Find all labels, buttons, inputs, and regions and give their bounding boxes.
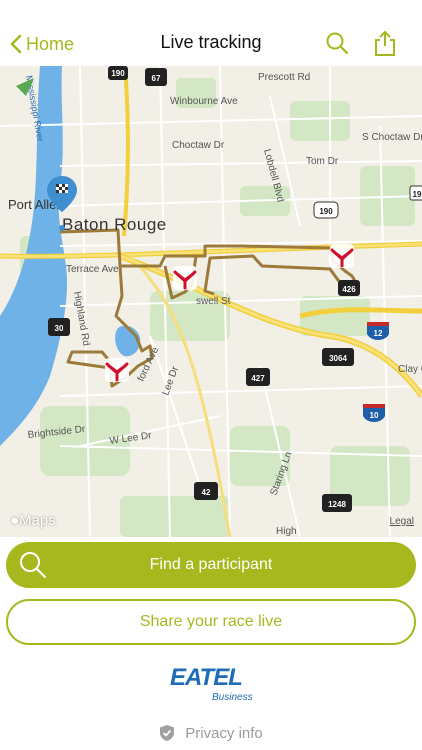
- privacy-label: Privacy info: [185, 724, 263, 742]
- search-button[interactable]: [320, 26, 354, 60]
- label-baton-rouge: Baton Rouge: [62, 215, 167, 234]
- shield-check-icon: [160, 725, 175, 741]
- apple-logo-icon: ●: [10, 512, 20, 529]
- share-race-button[interactable]: Share your race live: [6, 599, 416, 645]
- participant-marker-2[interactable]: [173, 266, 197, 290]
- share-button[interactable]: [368, 26, 402, 60]
- shield-427: 427: [251, 374, 265, 383]
- chevron-left-icon: [10, 34, 22, 54]
- label-terrace: Terrace Ave: [66, 264, 119, 275]
- shield-190a: 190: [111, 69, 125, 78]
- search-icon: [20, 552, 47, 579]
- back-label: Home: [26, 33, 75, 54]
- nav-bar: Home Live tracking: [0, 0, 422, 66]
- label-clay: Clay Cu: [398, 364, 422, 375]
- find-participant-label: Find a participant: [149, 556, 273, 573]
- label-high: High: [276, 526, 297, 537]
- map-view[interactable]: Prescott Rd Winbourne Ave Choctaw Dr S C…: [0, 66, 422, 537]
- label-highland: Highland Rd: [71, 291, 91, 347]
- label-s-choctaw: S Choctaw Dr: [362, 132, 422, 143]
- shield-426: 426: [342, 285, 356, 294]
- sponsor-logo: EATEL Business: [170, 664, 260, 708]
- maps-brand: ●Maps: [10, 512, 56, 529]
- label-choctaw: Choctaw Dr: [172, 140, 225, 151]
- map-canvas: Prescott Rd Winbourne Ave Choctaw Dr S C…: [0, 66, 422, 537]
- find-participant-button[interactable]: Find a participant: [6, 542, 416, 588]
- legal-link[interactable]: Legal: [390, 516, 414, 527]
- shield-190b: 190: [319, 207, 333, 216]
- shield-67: 67: [152, 74, 161, 83]
- participant-marker-1[interactable]: [330, 244, 354, 268]
- share-race-label: Share your race live: [139, 613, 283, 630]
- label-prescott: Prescott Rd: [258, 72, 310, 83]
- label-tom: Tom Dr: [306, 156, 339, 167]
- share-icon: [375, 30, 395, 56]
- label-winbourne: Winbourne Ave: [170, 96, 238, 107]
- shield-42: 42: [202, 488, 211, 497]
- back-button[interactable]: Home: [10, 30, 74, 58]
- sponsor-name: EATEL: [170, 664, 243, 691]
- shield-19: 19: [413, 190, 422, 199]
- shield-3064: 3064: [329, 354, 347, 363]
- search-icon: [326, 32, 349, 55]
- label-swell: swell St: [196, 296, 231, 307]
- shield-12: 12: [374, 329, 383, 338]
- participant-marker-3[interactable]: [105, 358, 129, 382]
- sponsor-sub: Business: [212, 692, 253, 703]
- shield-1248: 1248: [328, 500, 346, 509]
- shield-30: 30: [55, 324, 64, 333]
- shield-10: 10: [370, 411, 379, 420]
- privacy-info-link[interactable]: Privacy info: [0, 724, 422, 742]
